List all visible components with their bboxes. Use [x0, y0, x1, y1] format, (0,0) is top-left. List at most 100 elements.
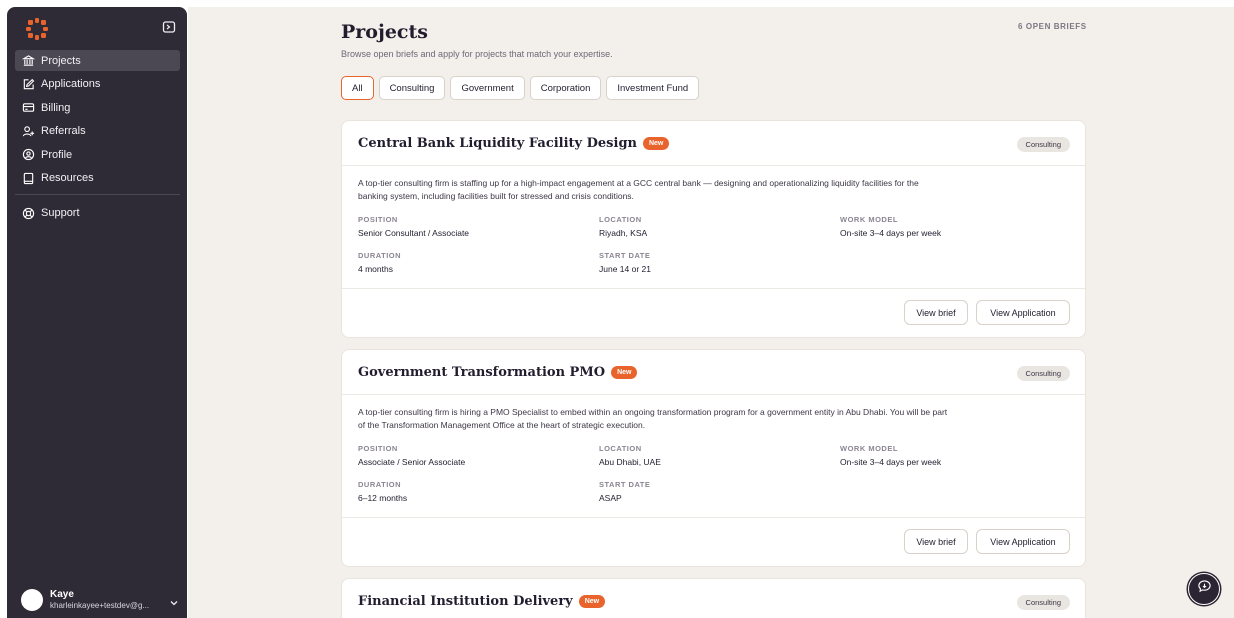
field-label: POSITION [358, 444, 398, 453]
sidebar-item-support[interactable]: Support [15, 203, 180, 224]
filter-government[interactable]: Government [450, 76, 525, 100]
card-header: Government Transformation PMO New Consul… [342, 350, 1085, 395]
new-badge: New [642, 137, 670, 150]
chat-launcher-button[interactable] [1188, 573, 1220, 605]
page-title: Projects [341, 21, 428, 43]
field-label: LOCATION [599, 444, 642, 453]
field-value: Senior Consultant / Associate [358, 228, 470, 238]
card-footer: View brief View Application [342, 289, 1085, 337]
main-content: Projects Browse open briefs and apply fo… [188, 7, 1234, 618]
field-label: DURATION [358, 480, 402, 489]
field-work-model: WORK MODEL On-site 3–4 days per week [840, 444, 1060, 467]
project-card: Central Bank Liquidity Facility Design N… [341, 120, 1086, 338]
field-label: DURATION [358, 251, 402, 260]
filter-corporation[interactable]: Corporation [529, 76, 602, 100]
user-info: Kaye kharleinkayee+testdev@g... [50, 589, 169, 611]
field-value: Abu Dhabi, UAE [599, 457, 661, 467]
field-position: POSITION Senior Consultant / Associate [358, 215, 578, 238]
field-location: LOCATION Riyadh, KSA [599, 215, 819, 238]
edit-icon [21, 77, 35, 91]
field-work-model: WORK MODEL On-site 3–4 days per week [840, 215, 1060, 238]
field-value: On-site 3–4 days per week [840, 228, 942, 238]
filter-chips: All Consulting Government Corporation In… [341, 76, 704, 100]
field-label: START DATE [599, 480, 651, 489]
filter-consulting[interactable]: Consulting [378, 76, 446, 100]
project-title-row: Financial Institution Delivery New [358, 594, 606, 609]
field-label: START DATE [599, 251, 651, 260]
field-value: 4 months [358, 264, 393, 274]
view-application-button[interactable]: View Application [976, 529, 1070, 554]
brand-logo-icon[interactable] [25, 17, 49, 41]
field-value: ASAP [599, 493, 622, 503]
view-brief-button[interactable]: View brief [904, 300, 968, 325]
field-value: June 14 or 21 [599, 264, 651, 274]
new-badge: New [578, 595, 606, 608]
sidebar: Projects Applications Billing Referrals … [7, 7, 187, 618]
sidebar-item-projects[interactable]: Projects [15, 50, 180, 71]
view-application-button[interactable]: View Application [976, 300, 1070, 325]
user-name: Kaye [50, 589, 74, 600]
user-plus-icon [21, 124, 35, 138]
card-body: A top-tier consulting firm is staffing u… [342, 166, 1085, 289]
project-card: Financial Institution Delivery New Consu… [341, 578, 1086, 618]
sidebar-item-profile[interactable]: Profile [15, 144, 180, 165]
field-duration: DURATION 4 months [358, 251, 578, 274]
sidebar-item-applications[interactable]: Applications [15, 74, 180, 95]
new-badge: New [611, 366, 638, 379]
field-location: LOCATION Abu Dhabi, UAE [599, 444, 819, 467]
page-subtitle: Browse open briefs and apply for project… [341, 49, 613, 59]
collapse-sidebar-icon[interactable] [162, 20, 176, 34]
chat-bubble-icon [1197, 579, 1212, 599]
field-position: POSITION Associate / Senior Associate [358, 444, 578, 467]
project-title-row: Government Transformation PMO New [358, 365, 638, 380]
field-duration: DURATION 6–12 months [358, 480, 578, 503]
lifebuoy-icon [21, 206, 35, 220]
project-description: A top-tier consulting firm is hiring a P… [358, 407, 948, 430]
open-briefs-count: 6 OPEN BRIEFS [1018, 22, 1087, 31]
sidebar-item-label: Projects [41, 54, 81, 67]
sidebar-divider [15, 193, 180, 195]
field-label: WORK MODEL [840, 444, 898, 453]
field-label: POSITION [358, 215, 398, 224]
sidebar-item-label: Profile [41, 148, 73, 161]
sidebar-item-label: Support [41, 207, 80, 219]
category-tag: Consulting [1016, 366, 1070, 381]
sidebar-item-label: Referrals [41, 125, 86, 137]
sidebar-item-label: Billing [41, 101, 71, 114]
field-start-date: START DATE ASAP [599, 480, 819, 503]
bank-icon [21, 54, 35, 68]
project-description: A top-tier consulting firm is staffing u… [358, 178, 919, 201]
project-title[interactable]: Financial Institution Delivery [358, 594, 573, 609]
category-tag: Consulting [1016, 137, 1070, 152]
card-body: A top-tier consulting firm is hiring a P… [342, 395, 1085, 518]
user-email: kharleinkayee+testdev@g... [50, 601, 150, 610]
sidebar-item-billing[interactable]: Billing [15, 97, 180, 118]
field-label: LOCATION [599, 215, 642, 224]
card-header: Financial Institution Delivery New Consu… [342, 579, 1085, 618]
field-label: WORK MODEL [840, 215, 898, 224]
filter-investment-fund[interactable]: Investment Fund [606, 76, 700, 100]
sidebar-item-referrals[interactable]: Referrals [15, 121, 180, 142]
field-start-date: START DATE June 14 or 21 [599, 251, 819, 274]
field-value: Riyadh, KSA [599, 228, 648, 238]
sidebar-item-resources[interactable]: Resources [15, 168, 180, 189]
view-brief-button[interactable]: View brief [904, 529, 968, 554]
field-value: Associate / Senior Associate [358, 457, 466, 467]
user-circle-icon [21, 148, 35, 162]
chevron-down-icon[interactable] [169, 595, 179, 606]
card-header: Central Bank Liquidity Facility Design N… [342, 121, 1085, 166]
filter-all[interactable]: All [341, 76, 374, 100]
project-title-row: Central Bank Liquidity Facility Design N… [358, 136, 670, 151]
project-title[interactable]: Government Transformation PMO [358, 365, 605, 380]
user-menu[interactable]: Kaye kharleinkayee+testdev@g... [21, 585, 179, 615]
card-footer: View brief View Application [342, 518, 1085, 566]
category-tag: Consulting [1016, 595, 1070, 610]
field-value: 6–12 months [358, 493, 408, 503]
book-icon [21, 171, 35, 185]
sidebar-nav: Projects Applications Billing Referrals … [15, 50, 180, 226]
sidebar-item-label: Resources [41, 172, 94, 184]
project-title[interactable]: Central Bank Liquidity Facility Design [358, 136, 637, 151]
sidebar-item-label: Applications [41, 78, 101, 90]
field-value: On-site 3–4 days per week [840, 457, 942, 467]
credit-card-icon [21, 101, 35, 115]
